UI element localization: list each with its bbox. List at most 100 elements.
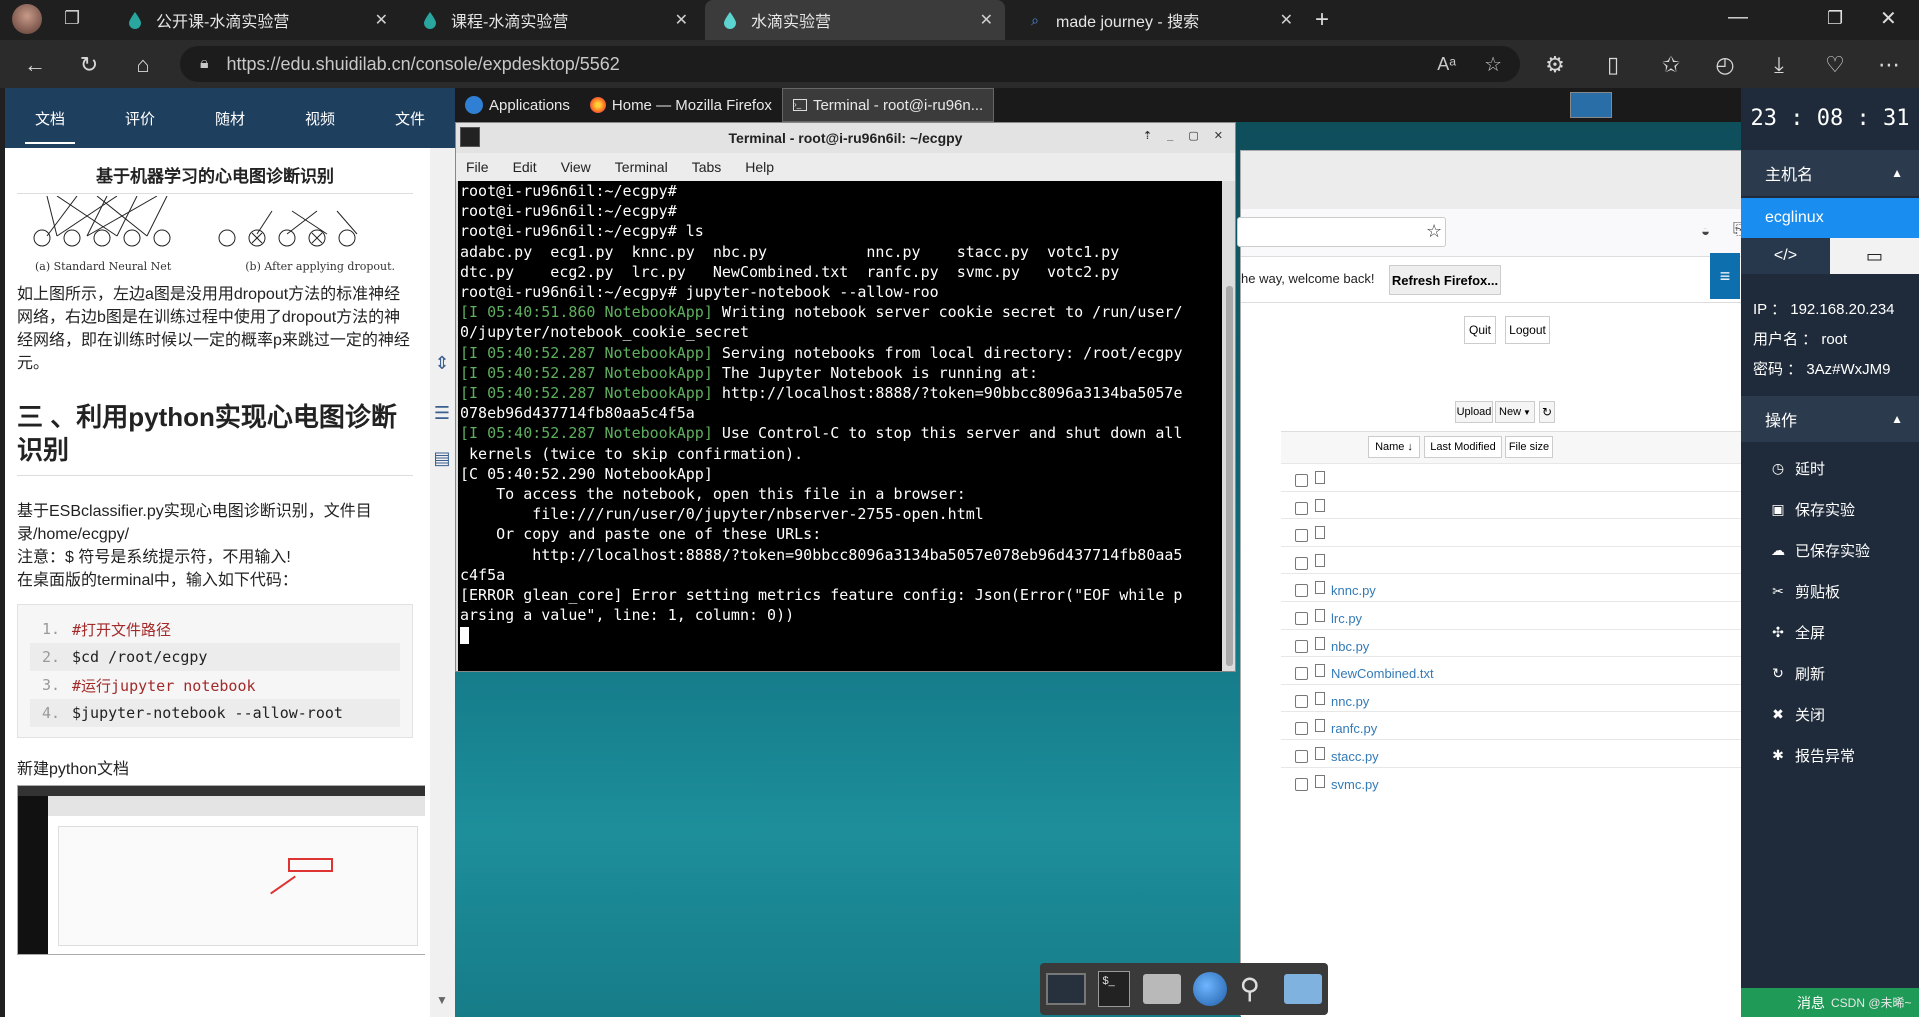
panel-icon[interactable]: ▤ (432, 448, 452, 468)
file-name[interactable]: stacc.py (1331, 749, 1379, 764)
file-name[interactable]: ranfc.py (1331, 721, 1377, 736)
home-icon[interactable]: ⌂ (130, 52, 156, 78)
file-name[interactable]: knnc.py (1331, 583, 1376, 598)
file-name[interactable]: nbc.py (1331, 639, 1369, 654)
refresh-list-icon[interactable]: ↻ (1539, 401, 1555, 423)
tab-files[interactable]: 文件 (365, 88, 455, 148)
menu-terminal[interactable]: Terminal (615, 159, 668, 175)
pocket-icon[interactable]: ◒ (1701, 223, 1710, 240)
file-checkbox[interactable] (1295, 501, 1308, 515)
favorite-icon[interactable]: ☆ (1484, 52, 1502, 77)
quit-button[interactable]: Quit (1464, 316, 1496, 344)
file-checkbox[interactable] (1295, 556, 1308, 570)
file-name[interactable]: NewCombined.txt (1331, 666, 1434, 681)
profile-avatar[interactable] (12, 4, 42, 34)
code-view-toggle[interactable]: </> (1741, 238, 1830, 274)
restore-window-icon[interactable]: ❐ (1827, 8, 1843, 29)
new-tab-button[interactable]: + (1315, 6, 1329, 34)
bookmark-star-icon[interactable]: ☆ (1426, 221, 1442, 242)
tab-public-course[interactable]: 公开课-水滴实验营 ✕ (110, 0, 400, 40)
tab-search[interactable]: ⌕ made journey - 搜索 ✕ (1010, 0, 1305, 40)
extensions-icon[interactable]: ⚙ (1542, 52, 1568, 78)
close-icon[interactable]: ✕ (1280, 10, 1293, 30)
file-row[interactable]: svmc.py2 years ago2.43 kB (1281, 766, 1741, 801)
operation-scissors[interactable]: ✂ 剪贴板 (1769, 581, 1840, 602)
folder-icon[interactable] (1283, 974, 1322, 1004)
file-name[interactable]: svmc.py (1331, 777, 1379, 792)
file-checkbox[interactable] (1295, 777, 1308, 791)
tab-lab[interactable]: 水滴实验营 ✕ (705, 0, 1005, 40)
file-checkbox[interactable] (1295, 474, 1308, 487)
sort-name-button[interactable]: Name ↓ (1368, 436, 1420, 458)
message-label[interactable]: 消息 (1797, 993, 1825, 1013)
taskbar-firefox[interactable]: Home — Mozilla Firefox (580, 88, 782, 122)
menu-edit[interactable]: Edit (513, 159, 537, 175)
logout-button[interactable]: Logout (1505, 316, 1550, 344)
close-icon[interactable]: ✕ (375, 10, 388, 30)
menu-tabs[interactable]: Tabs (692, 159, 722, 175)
browser-essentials-icon[interactable]: ♡ (1822, 52, 1848, 78)
refresh-firefox-button[interactable]: Refresh Firefox... (1389, 265, 1501, 295)
terminal-launcher-icon[interactable]: $_ (1098, 971, 1131, 1007)
history-icon[interactable]: ◴ (1712, 52, 1738, 78)
screenshot-thumbnail[interactable] (17, 785, 425, 955)
tab-review[interactable]: 评价 (95, 88, 185, 148)
file-manager-icon[interactable] (1142, 974, 1181, 1004)
favorites-icon[interactable]: ✩ (1658, 52, 1684, 78)
hostname-value[interactable]: ecglinux (1741, 198, 1919, 238)
terminal-output[interactable]: root@i-ru96n6il:~/ecgpy# root@i-ru96n6il:… (458, 181, 1222, 671)
upload-button[interactable]: Upload (1455, 401, 1493, 423)
tab-doc[interactable]: 文档 (5, 88, 95, 148)
operation-clock[interactable]: ◷ 延时 (1769, 458, 1825, 479)
operation-close[interactable]: ✖ 关闭 (1769, 704, 1825, 725)
file-checkbox[interactable] (1295, 612, 1308, 625)
search-launcher-icon[interactable]: ⚲ (1239, 973, 1271, 1005)
new-dropdown-button[interactable]: New ▼ (1495, 401, 1535, 423)
workspace-switcher[interactable] (1570, 92, 1612, 118)
file-checkbox[interactable] (1295, 694, 1308, 708)
desktop-view-toggle[interactable]: ▭ (1830, 238, 1919, 274)
tab-materials[interactable]: 随材 (185, 88, 275, 148)
terminal-scrollbar[interactable] (1224, 181, 1235, 671)
operation-bug[interactable]: ✱ 报告异常 (1769, 745, 1855, 766)
minimize-window-icon[interactable]: — (1728, 6, 1748, 29)
taskbar-terminal[interactable]: ›_ Terminal - root@i-ru96n... (781, 88, 995, 122)
tab-video[interactable]: 视频 (275, 88, 365, 148)
workspaces-icon[interactable]: ❐ (64, 8, 86, 30)
window-controls[interactable]: ⇡ _ ▢ ✕ (1143, 129, 1229, 142)
read-aloud-icon[interactable]: Aᵃ (1437, 54, 1456, 75)
show-desktop-icon[interactable] (1046, 973, 1087, 1005)
menu-view[interactable]: View (561, 159, 591, 175)
tab-course[interactable]: 课程-水滴实验营 ✕ (405, 0, 700, 40)
collapse-icon[interactable]: ⇕ (432, 353, 452, 373)
sort-modified-button[interactable]: Last Modified (1424, 436, 1502, 458)
close-icon[interactable]: ✕ (980, 10, 993, 30)
downloads-icon[interactable]: ⤓ (1766, 52, 1792, 78)
sort-size-button[interactable]: File size (1505, 436, 1553, 458)
scroll-down-icon[interactable]: ▼ (432, 990, 452, 1010)
close-icon[interactable]: ✕ (675, 10, 688, 30)
operation-fullscreen[interactable]: ✣ 全屏 (1769, 622, 1825, 643)
close-window-icon[interactable]: ✕ (1880, 6, 1897, 31)
web-browser-icon[interactable] (1193, 972, 1228, 1006)
file-checkbox[interactable] (1295, 584, 1308, 598)
applications-menu[interactable]: Applications (455, 88, 580, 122)
operation-cloud[interactable]: ☁ 已保存实验 (1769, 540, 1870, 561)
outline-icon[interactable]: ☰ (432, 403, 452, 423)
sidebar-toggle-icon[interactable]: ≡ (1710, 253, 1740, 299)
url-field[interactable]: 🔒︎ https://edu.shuidilab.cn/console/expd… (180, 46, 1520, 82)
file-name[interactable]: nnc.py (1331, 694, 1369, 709)
operation-save[interactable]: ▣ 保存实验 (1769, 499, 1855, 520)
file-checkbox[interactable] (1295, 529, 1308, 543)
ff-address-bar[interactable] (1237, 217, 1446, 247)
operations-section[interactable]: 操作 ▲ (1741, 396, 1919, 442)
terminal-titlebar[interactable]: Terminal - root@i-ru96n6il: ~/ecgpy ⇡ _ … (456, 123, 1235, 153)
more-menu-icon[interactable]: ⋯ (1876, 52, 1902, 78)
file-checkbox[interactable] (1295, 639, 1308, 653)
file-checkbox[interactable] (1295, 750, 1308, 763)
menu-help[interactable]: Help (745, 159, 774, 175)
menu-file[interactable]: File (466, 159, 489, 175)
split-screen-icon[interactable]: ▯ (1600, 52, 1626, 78)
back-icon[interactable]: ← (22, 52, 48, 78)
reload-icon[interactable]: ↻ (76, 52, 102, 78)
